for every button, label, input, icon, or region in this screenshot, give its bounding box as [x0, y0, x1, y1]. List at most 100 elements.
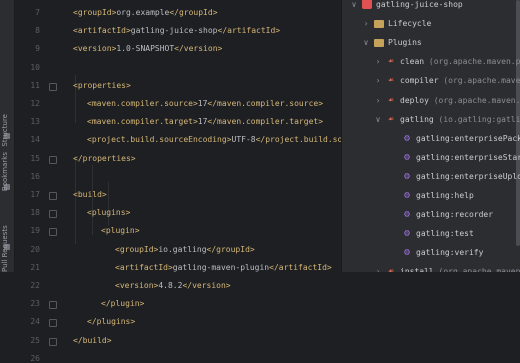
code-line[interactable]: <version>4.8.2</version> [115, 281, 231, 290]
line-number: 12 [30, 99, 40, 108]
fold-toggle-icon[interactable] [49, 155, 57, 164]
maven-tree-item[interactable]: › ☙ compiler (org.apache.maven.plugins:mav… [342, 72, 520, 90]
tree-item-label: gatling:verify [416, 248, 484, 258]
code-line[interactable]: <plugin> [101, 226, 140, 235]
code-line[interactable]: </plugin> [101, 299, 144, 308]
xml-tag: <maven.compiler.target> [87, 117, 198, 127]
maven-tree-item[interactable]: ∨ ☙ gatling (io.gatling:gatling-maven-plug… [342, 111, 520, 129]
chevron-down-icon[interactable]: ∨ [374, 111, 382, 129]
tree-item-coordinates: (io.gatling:gatling-maven-plugin) [438, 114, 520, 124]
xml-tag: <artifactId> [115, 262, 173, 272]
line-number: 11 [30, 80, 40, 90]
goal-icon: ⚙ [403, 132, 411, 144]
plugin-icon: ☙ [388, 95, 394, 106]
fold-toggle-icon[interactable] [49, 319, 57, 328]
tree-item-label: gatling:enterpriseUpload [416, 171, 520, 181]
xml-tag: <maven.compiler.source> [87, 99, 198, 108]
fold-toggle-icon[interactable] [49, 301, 57, 310]
xml-text: UTF-8 [231, 135, 256, 145]
code-line[interactable]: <build> [73, 190, 107, 199]
fold-toggle-icon[interactable] [49, 228, 57, 237]
maven-tree-item[interactable]: ⚙ gatling:help [342, 187, 520, 205]
goal-icon: ⚙ [403, 247, 411, 259]
maven-tree-item[interactable]: › ☙ install (org.apache.maven.plugins:mave… [342, 263, 520, 272]
code-line[interactable]: </build> [73, 336, 112, 345]
maven-tree-item[interactable]: ⚙ gatling:enterprisePackage [342, 130, 520, 148]
fold-toggle-icon[interactable] [49, 210, 57, 219]
xml-tag: </groupId> [206, 244, 255, 254]
xml-tag: </artifactId> [269, 262, 332, 272]
code-line[interactable]: <properties> [73, 81, 131, 90]
chevron-right-icon[interactable]: › [374, 92, 382, 110]
structure-tab[interactable]: Structure [1, 114, 9, 147]
tree-item-label: gatling [400, 114, 434, 124]
line-number: 20 [30, 244, 40, 254]
code-line[interactable]: <plugins> [87, 208, 130, 217]
xml-tag: </version> [182, 281, 231, 290]
line-number: 26 [30, 353, 40, 363]
maven-tree-item[interactable]: ⚙ gatling:enterpriseUpload [342, 168, 520, 186]
xml-tag: </properties> [73, 153, 136, 163]
fold-toggle-icon[interactable] [49, 192, 57, 200]
code-line[interactable]: </plugins> [87, 317, 135, 326]
xml-text: 1.0-SNAPSHOT [116, 44, 175, 54]
maven-tree-item[interactable]: ∨ Plugins [342, 34, 520, 52]
code-line[interactable]: <version>1.0-SNAPSHOT</version> [73, 44, 222, 53]
code-line[interactable]: <maven.compiler.source>17</maven.compile… [87, 99, 323, 108]
line-number: 19 [30, 226, 40, 236]
code-line[interactable]: </properties> [73, 154, 136, 163]
chevron-right-icon[interactable]: › [362, 15, 370, 33]
xml-tag: <groupId> [73, 8, 117, 17]
tool-window-strip: Structure Bookmarks Pull Requests [0, 0, 15, 272]
tree-item-label: gatling:recorder [416, 210, 494, 220]
tree-item-label: install [400, 267, 434, 272]
fold-toggle-icon[interactable] [49, 82, 57, 91]
tree-item-label: gatling:enterprisePackage [416, 133, 520, 143]
chevron-down-icon[interactable]: ∨ [350, 0, 358, 14]
line-number: 14 [30, 135, 40, 145]
bookmarks-tab[interactable]: Bookmarks [1, 152, 9, 191]
maven-tree-item[interactable]: ⚙ gatling:verify [342, 244, 520, 262]
tree-item-label: gatling:enterpriseStart [416, 152, 520, 162]
code-editor[interactable]: 7 <groupId>org.example</groupId> 8 <artifac… [15, 0, 405, 363]
xml-tag: <project.build.sourceEncoding> [87, 135, 232, 145]
code-line[interactable]: <artifactId>gatling-juice-shop</artifact… [73, 26, 280, 35]
maven-project-icon [362, 0, 372, 9]
maven-tree-item[interactable]: ⚙ gatling:recorder [342, 206, 520, 224]
fold-toggle-icon[interactable] [49, 337, 57, 346]
goal-icon: ⚙ [403, 151, 411, 163]
xml-tag: <version> [115, 281, 159, 290]
line-number: 13 [30, 117, 40, 127]
maven-tree-item[interactable]: › ☙ clean (org.apache.maven.plugins:maven-… [342, 53, 520, 71]
xml-tag: <artifactId> [73, 26, 131, 36]
line-number: 17 [30, 190, 40, 199]
line-number: 16 [30, 171, 40, 181]
xml-text: io.gatling [158, 244, 207, 254]
line-number: 24 [30, 317, 40, 327]
xml-tag: </artifactId> [217, 26, 281, 36]
code-line[interactable]: <artifactId>gatling-maven-plugin</artifa… [115, 263, 332, 272]
maven-tree-item[interactable]: ⚙ gatling:enterpriseStart [342, 149, 520, 167]
plugin-icon: ☙ [388, 76, 394, 87]
pull-requests-tab[interactable]: Pull Requests [1, 224, 9, 272]
chevron-right-icon[interactable]: › [374, 72, 382, 90]
plugin-icon: ☙ [386, 267, 396, 272]
maven-tree-item[interactable]: ⚙ gatling:test [342, 225, 520, 243]
code-line[interactable]: <maven.compiler.target>17</maven.compile… [87, 117, 323, 126]
tree-item-label: gatling-juice-shop [376, 0, 463, 9]
chevron-right-icon[interactable]: › [374, 53, 382, 71]
xml-tag: <build> [73, 190, 107, 199]
xml-tag: <groupId> [115, 244, 159, 254]
maven-tree-item[interactable]: › ☙ deploy (org.apache.maven.plugins:maven… [342, 92, 520, 110]
xml-tag: </plugin> [101, 299, 145, 309]
chevron-right-icon[interactable]: › [374, 263, 382, 272]
line-number: 8 [35, 26, 40, 36]
chevron-down-icon[interactable]: ∨ [362, 34, 370, 52]
code-line[interactable]: <groupId>io.gatling</groupId> [115, 245, 255, 254]
tree-item-coordinates: (org.apache.maven.plugins:maven-clean-pl… [428, 57, 520, 67]
maven-tree-item[interactable]: ∨ gatling-juice-shop [342, 0, 520, 14]
maven-tree-item[interactable]: › Lifecycle [342, 15, 520, 33]
code-line[interactable]: <groupId>org.example</groupId> [73, 8, 218, 17]
xml-text: gatling-maven-plugin [172, 262, 270, 272]
goal-icon: ⚙ [403, 190, 411, 201]
